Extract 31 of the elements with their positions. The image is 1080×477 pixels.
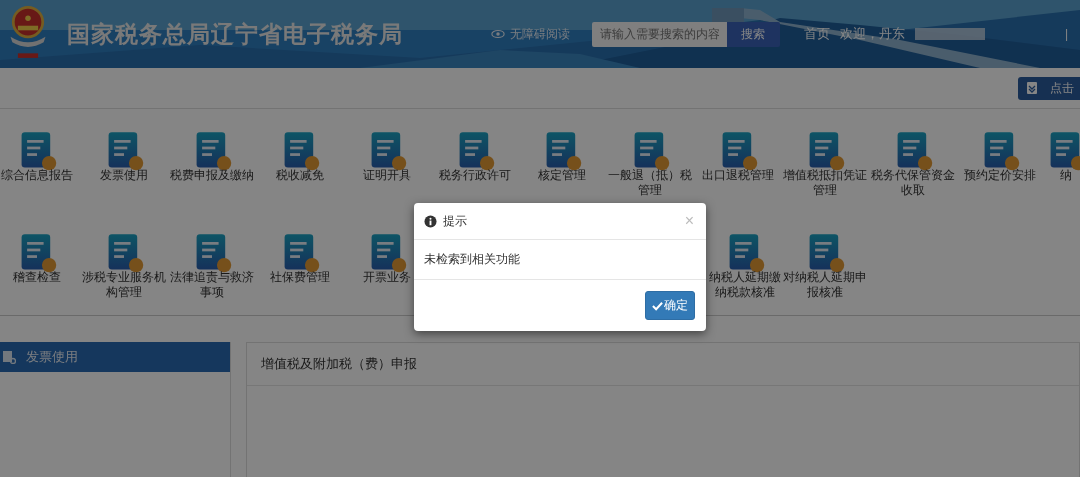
service-label[interactable]: 稽查检查 xyxy=(0,270,79,285)
confirm-button[interactable]: 确定 xyxy=(645,291,695,320)
service-label[interactable]: 社保费管理 xyxy=(257,270,342,285)
service-label[interactable]: 纳 xyxy=(1044,168,1080,183)
service-label[interactable]: 税务代保管资金收取 xyxy=(870,168,955,198)
service-label[interactable]: 法律追责与救济事项 xyxy=(170,270,254,300)
search-field[interactable]: 请输入需要搜索的内容 xyxy=(591,21,727,47)
site-title: 国家税务总局辽宁省电子税务局 xyxy=(67,19,403,49)
service-label[interactable]: 税费申报及缴纳 xyxy=(170,168,254,183)
welcome-text: 欢迎，丹东 xyxy=(839,25,905,43)
service-label[interactable]: 税务行政许可 xyxy=(432,168,517,183)
service-label[interactable]: 纳税人延期缴纳税款核准 xyxy=(707,270,782,300)
toolbar-button[interactable]: 点击 xyxy=(1018,76,1080,100)
dialog-message: 未检索到相关功能 xyxy=(424,252,520,266)
service-label[interactable]: 一般退（抵）税管理 xyxy=(607,168,692,198)
accessibility-link[interactable]: 无障碍阅读 xyxy=(490,25,570,43)
panel-title: 增值税及附加税（费）申报 xyxy=(247,343,1079,386)
service-label[interactable]: 涉税专业服务机构管理 xyxy=(82,270,167,300)
service-label[interactable]: 综合信息报告 xyxy=(0,168,79,183)
service-label[interactable]: 对纳税人延期申报核准 xyxy=(783,270,868,300)
service-label[interactable]: 预约定价安排 xyxy=(958,168,1043,183)
service-label[interactable]: 发票使用 xyxy=(82,168,167,183)
service-label[interactable]: 核定管理 xyxy=(520,168,605,183)
service-label[interactable]: 出口退税管理 xyxy=(695,168,780,183)
separator: | xyxy=(1064,27,1068,41)
service-label[interactable]: 证明开具 xyxy=(345,168,430,183)
service-label[interactable]: 税收减免 xyxy=(257,168,342,183)
home-link[interactable]: 首页 xyxy=(803,25,830,43)
service-label[interactable]: 增值税抵扣凭证管理 xyxy=(783,168,868,198)
dialog-title: 提示 xyxy=(443,212,467,230)
sidebar-item[interactable]: 发票使用 xyxy=(0,342,230,372)
